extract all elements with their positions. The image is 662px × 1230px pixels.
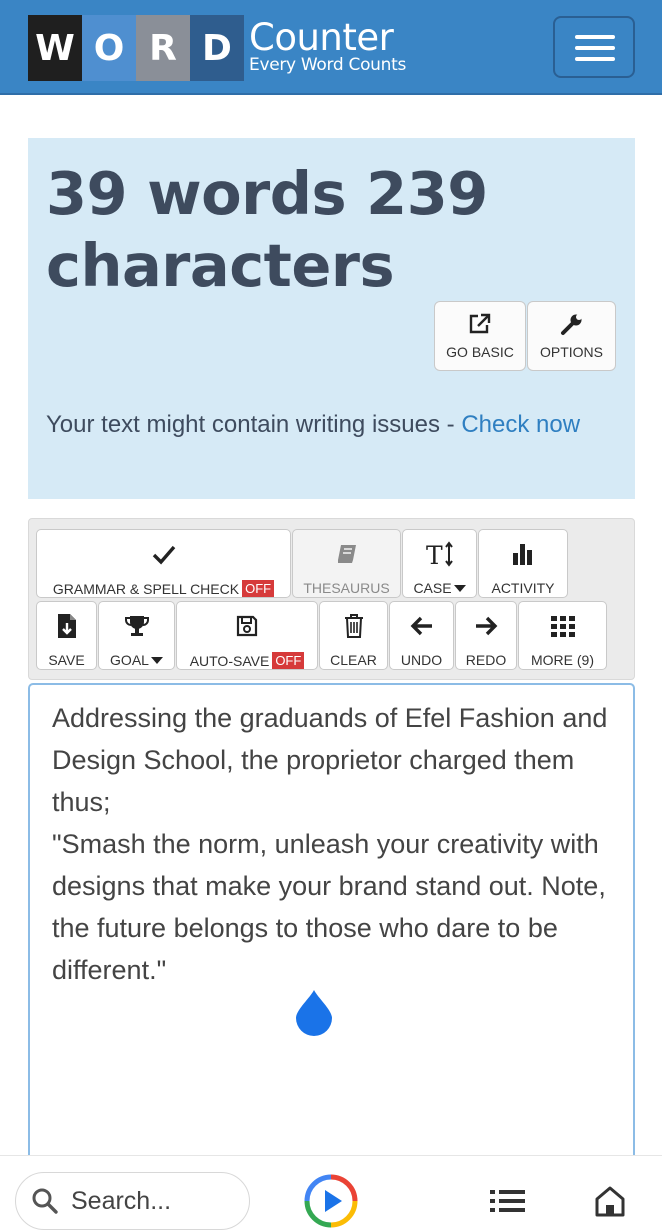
redo-label: REDO — [465, 652, 507, 668]
grammar-spell-check-button[interactable]: GRAMMAR & SPELL CHECK OFF — [36, 529, 291, 598]
go-basic-button[interactable]: GO BASIC — [434, 301, 526, 371]
goal-button[interactable]: GOAL — [98, 601, 175, 670]
text-cursor-handle-icon[interactable] — [294, 988, 334, 1036]
site-header: W O R D Counter Every Word Counts — [0, 0, 662, 95]
writing-issues-notice: Your text might contain writing issues -… — [46, 406, 606, 443]
hamburger-line — [575, 46, 615, 50]
logo-text: Counter Every Word Counts — [249, 16, 407, 76]
auto-save-off-badge: OFF — [272, 652, 305, 669]
text-editor[interactable]: Addressing the graduands of Efel Fashion… — [28, 683, 635, 1173]
redo-button[interactable]: REDO — [455, 601, 517, 670]
arrow-left-icon — [410, 616, 432, 636]
logo-letter-r: R — [136, 15, 190, 81]
wrench-icon — [560, 314, 582, 335]
check-now-link[interactable]: Check now — [461, 411, 580, 438]
editor-content[interactable]: Addressing the graduands of Efel Fashion… — [52, 697, 617, 991]
grammar-label: GRAMMAR & SPELL CHECK — [52, 580, 240, 597]
logo-tagline: Every Word Counts — [249, 55, 407, 75]
search-box[interactable]: Search... — [15, 1172, 250, 1230]
logo-letter-o: O — [82, 15, 136, 81]
auto-save-label: AUTO-SAVE — [189, 652, 270, 669]
hamburger-menu-button[interactable] — [553, 16, 635, 78]
grammar-off-badge: OFF — [242, 580, 275, 597]
save-label: SAVE — [48, 652, 85, 668]
list-icon[interactable] — [490, 1188, 526, 1214]
stats-panel: 39 words 239 characters GO BASIC OPTIONS… — [28, 138, 635, 499]
caret-down-icon — [453, 584, 466, 592]
svg-text:T: T — [426, 541, 443, 568]
checkmark-icon — [152, 545, 175, 565]
save-button[interactable]: SAVE — [36, 601, 97, 670]
hamburger-menu-icon — [575, 35, 615, 39]
editor-toolbar: GRAMMAR & SPELL CHECK OFF THESAURUS T CAS… — [28, 518, 635, 680]
external-link-icon — [469, 313, 491, 334]
more-label: MORE (9) — [531, 652, 594, 668]
search-placeholder: Search... — [71, 1186, 172, 1215]
clear-button[interactable]: CLEAR — [319, 601, 388, 670]
caret-down-icon — [150, 656, 163, 664]
go-basic-label: GO BASIC — [446, 344, 514, 360]
play-logo-icon[interactable] — [303, 1173, 359, 1229]
logo-title: Counter — [249, 16, 394, 59]
book-icon — [337, 545, 356, 563]
logo-letter-d: D — [190, 15, 244, 81]
trophy-icon — [124, 616, 149, 636]
undo-button[interactable]: UNDO — [389, 601, 454, 670]
text-case-icon: T — [426, 541, 453, 568]
grid-icon — [550, 616, 575, 637]
word-character-count: 39 words 239 characters — [46, 159, 488, 300]
search-icon — [32, 1188, 58, 1214]
browser-bottom-bar: Search... — [0, 1155, 662, 1230]
arrow-right-icon — [476, 616, 498, 636]
home-icon[interactable] — [593, 1184, 627, 1218]
trash-icon — [344, 614, 363, 638]
wordcounter-logo[interactable]: W O R D — [28, 15, 244, 81]
issues-text: Your text might contain writing issues - — [46, 411, 462, 438]
file-download-icon — [57, 614, 76, 638]
goal-label: GOAL — [110, 652, 149, 668]
more-button[interactable]: MORE (9) — [518, 601, 607, 670]
options-button[interactable]: OPTIONS — [527, 301, 616, 371]
options-label: OPTIONS — [539, 344, 603, 360]
thesaurus-label: THESAURUS — [303, 580, 390, 596]
case-label: CASE — [413, 580, 452, 596]
thesaurus-button[interactable]: THESAURUS — [292, 529, 401, 598]
logo-letter-w: W — [28, 15, 82, 81]
undo-label: UNDO — [400, 652, 443, 668]
bar-chart-icon — [513, 544, 532, 565]
clear-label: CLEAR — [330, 652, 377, 668]
activity-button[interactable]: ACTIVITY — [478, 529, 568, 598]
floppy-disk-icon — [236, 615, 258, 637]
activity-label: ACTIVITY — [491, 580, 555, 596]
auto-save-button[interactable]: AUTO-SAVE OFF — [176, 601, 318, 670]
hamburger-line — [575, 57, 615, 61]
case-button[interactable]: T CASE — [402, 529, 477, 598]
